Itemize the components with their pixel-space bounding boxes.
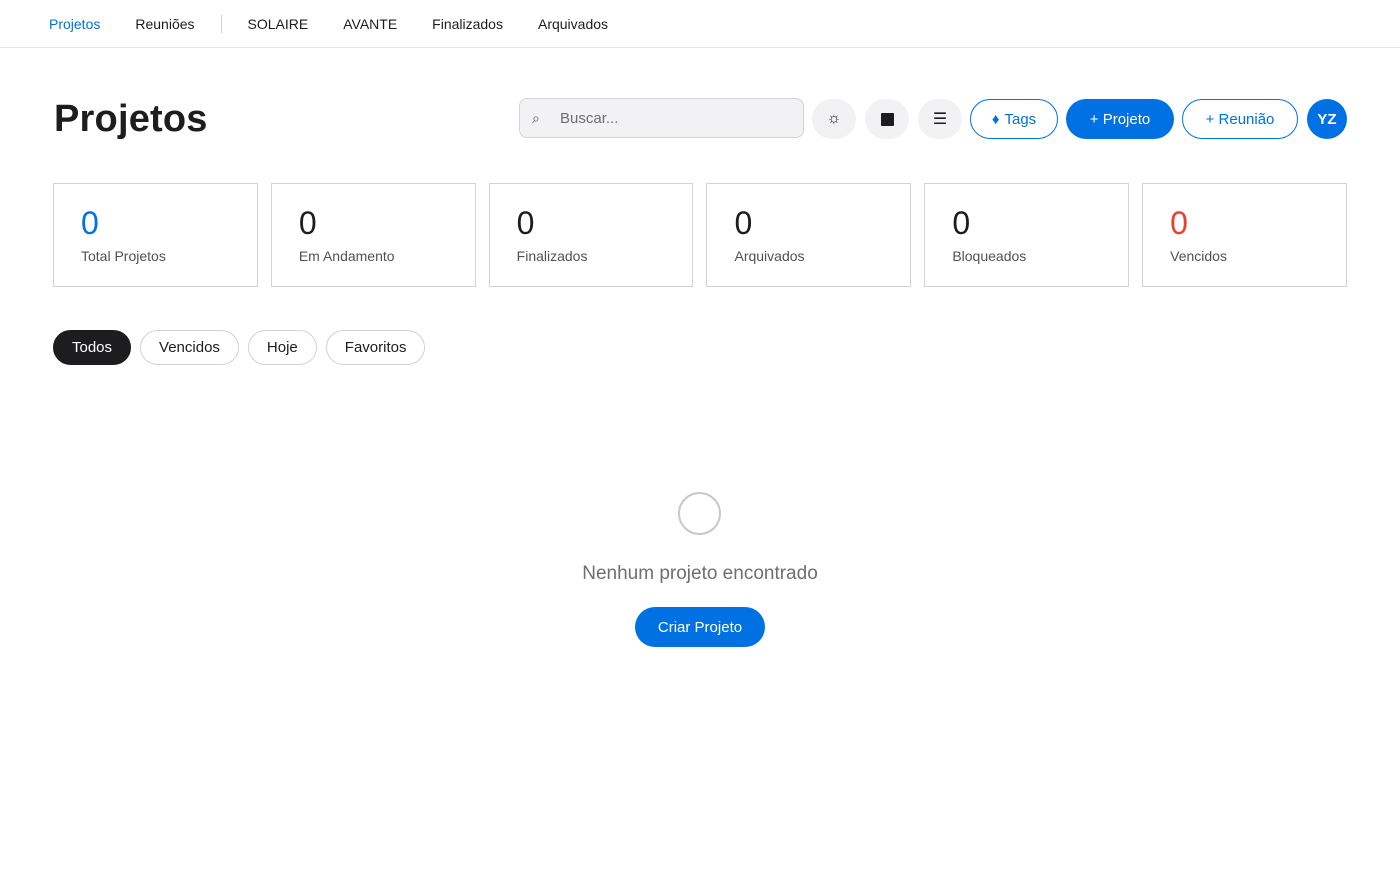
filter-hoje[interactable]: Hoje [247, 330, 317, 365]
stat-label: Arquivados [734, 248, 805, 264]
avatar[interactable]: YZ [1307, 99, 1347, 139]
search-icon: ⌕ [532, 109, 540, 126]
top-nav: Projetos Reuniões SOLAIRE AVANTE Finaliz… [0, 0, 1400, 48]
stat-value: 0 [81, 205, 99, 241]
nav-item-solaire[interactable]: SOLAIRE [248, 16, 309, 32]
stat-card-vencidos: 0 Vencidos [1142, 183, 1347, 287]
page-title: Projetos [54, 98, 208, 140]
tags-button-label: Tags [1004, 110, 1037, 128]
stat-label: Bloqueados [952, 248, 1027, 264]
filter-bar: Todos Vencidos Hoje Favoritos [53, 330, 426, 365]
stat-label: Total Projetos [81, 248, 166, 264]
stop-button[interactable] [865, 99, 909, 139]
empty-state-message: Nenhum projeto encontrado [582, 563, 818, 584]
search-box[interactable]: ⌕ [519, 98, 804, 138]
square-icon [880, 112, 894, 126]
stat-card-total: 0 Total Projetos [53, 183, 258, 287]
nav-divider [220, 14, 222, 33]
stat-value: 0 [1170, 205, 1188, 241]
nav-item-projetos[interactable]: Projetos [49, 16, 100, 32]
filter-favoritos[interactable]: Favoritos [325, 330, 426, 365]
stat-label: Vencidos [1170, 248, 1227, 264]
nav-item-finalizados[interactable]: Finalizados [432, 16, 503, 32]
new-project-button[interactable]: + Projeto [1066, 99, 1174, 139]
menu-icon: ☰ [932, 111, 948, 128]
create-project-button[interactable]: Criar Projeto [635, 607, 765, 647]
filter-vencidos[interactable]: Vencidos [140, 330, 239, 365]
stat-label: Finalizados [516, 248, 588, 264]
stat-value: 0 [952, 205, 971, 241]
stat-card-em-andamento: 0 Em Andamento [270, 183, 476, 287]
nav-item-avante[interactable]: AVANTE [343, 16, 397, 32]
stat-value: 0 [516, 205, 535, 241]
nav-item-reunioes[interactable]: Reuniões [135, 16, 194, 32]
tags-button[interactable]: ♦ Tags [970, 99, 1058, 139]
empty-circle-icon [678, 492, 721, 535]
theme-toggle-button[interactable]: ☼ [812, 99, 856, 139]
list-view-button[interactable]: ☰ [918, 99, 962, 139]
stat-label: Em Andamento [298, 248, 395, 264]
filter-todos[interactable]: Todos [53, 330, 132, 365]
tag-icon: ♦ [991, 110, 1000, 128]
nav-item-arquivados[interactable]: Arquivados [538, 16, 608, 32]
sun-icon: ☼ [826, 110, 842, 127]
stat-card-arquivados: 0 Arquivados [706, 183, 912, 287]
stat-card-finalizados: 0 Finalizados [488, 183, 694, 287]
stat-value: 0 [298, 205, 317, 241]
new-meeting-button[interactable]: + Reunião [1182, 99, 1298, 139]
stat-card-bloqueados: 0 Bloqueados [924, 183, 1130, 287]
stat-value: 0 [734, 205, 753, 241]
search-input[interactable] [560, 109, 800, 127]
stats-row: 0 Total Projetos 0 Em Andamento 0 Finali… [53, 183, 1347, 287]
